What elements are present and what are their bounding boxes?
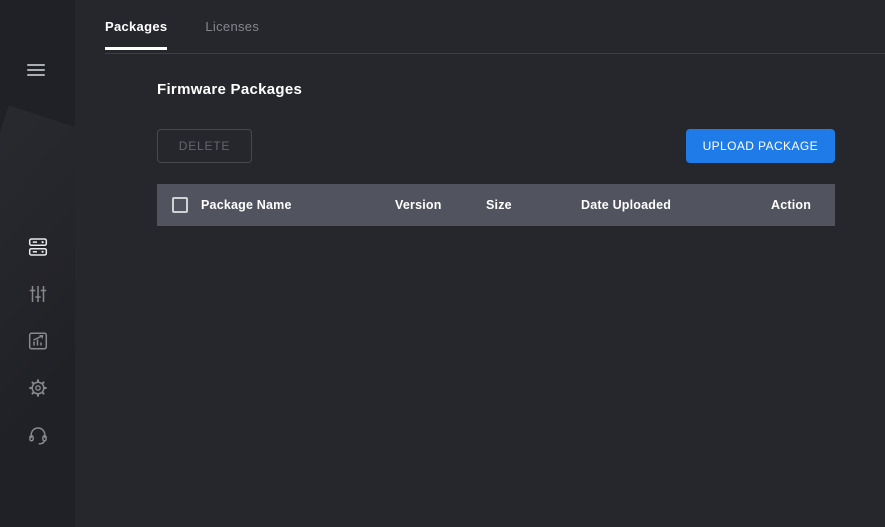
table-header-row: Package Name Version Size Date Uploaded …: [157, 184, 835, 226]
packages-table: Package Name Version Size Date Uploaded …: [157, 184, 835, 236]
column-header-size: Size: [486, 198, 581, 212]
sliders-icon: [28, 284, 48, 304]
select-all-checkbox[interactable]: [172, 197, 188, 213]
upload-package-button[interactable]: UPLOAD PACKAGE: [686, 129, 835, 163]
firmware-packages-page: Packages Licenses Firmware Packages DELE…: [0, 0, 885, 527]
column-header-version: Version: [395, 198, 486, 212]
main-area: Packages Licenses Firmware Packages DELE…: [75, 0, 885, 527]
server-icon: [28, 237, 48, 257]
actions-row: DELETE UPLOAD PACKAGE: [157, 129, 835, 163]
tab-bar: Packages Licenses: [75, 0, 885, 57]
gear-icon: [28, 378, 48, 398]
sidebar-item-devices[interactable]: [20, 236, 56, 257]
tab-licenses[interactable]: Licenses: [205, 19, 259, 51]
tab-packages[interactable]: Packages: [105, 19, 167, 51]
hamburger-menu-icon[interactable]: [27, 64, 45, 79]
sidebar-item-reports[interactable]: [20, 330, 56, 351]
sidebar-item-settings[interactable]: [20, 377, 56, 398]
tab-packages-label: Packages: [105, 19, 167, 34]
active-tab-underline: [105, 47, 167, 50]
column-header-date-uploaded: Date Uploaded: [581, 198, 771, 212]
bar-chart-icon: [28, 331, 48, 351]
sidebar-item-support[interactable]: [20, 424, 56, 445]
page-title: Firmware Packages: [157, 81, 835, 98]
tab-licenses-label: Licenses: [205, 19, 259, 34]
delete-button[interactable]: DELETE: [157, 129, 252, 163]
sidebar-nav: [0, 236, 75, 445]
table-body-empty: [157, 226, 835, 236]
headset-icon: [28, 425, 48, 445]
content: Firmware Packages DELETE UPLOAD PACKAGE …: [75, 57, 885, 236]
column-header-action: Action: [771, 198, 836, 212]
tab-bar-divider: [105, 53, 885, 54]
sidebar-item-configuration[interactable]: [20, 283, 56, 304]
sidebar: [0, 0, 75, 527]
column-header-package-name: Package Name: [201, 198, 395, 212]
